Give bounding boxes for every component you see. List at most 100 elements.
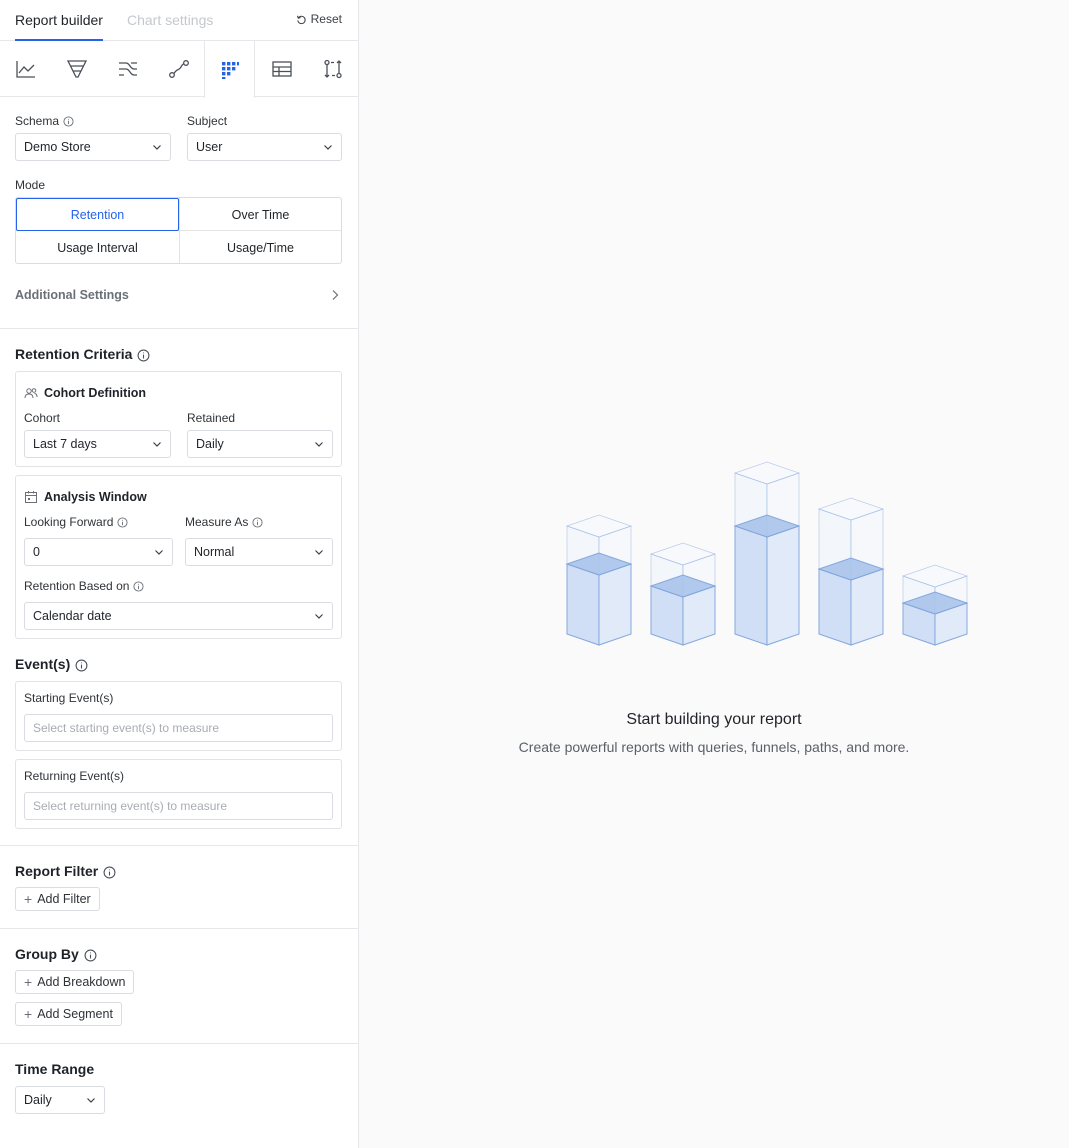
mode-label: Mode [15, 178, 46, 192]
illustration-shape [734, 525, 768, 646]
chevron-down-icon [155, 550, 163, 555]
looking-forward-value: 0 [33, 545, 40, 559]
starting-events-card: Starting Event(s) Select starting event(… [15, 681, 342, 751]
measure-as-select[interactable]: Normal [185, 538, 333, 566]
empty-state-subtitle: Create powerful reports with queries, fu… [518, 739, 910, 755]
empty-state-title: Start building your report [626, 711, 802, 728]
reset-button[interactable]: Reset [296, 12, 342, 26]
chevron-down-icon [315, 550, 323, 555]
plus-icon: + [24, 974, 33, 990]
add-segment-button[interactable]: + Add Segment [15, 1002, 122, 1026]
report-filter-title: Report Filter [15, 863, 116, 879]
info-icon[interactable] [133, 581, 144, 592]
additional-settings-toggle[interactable]: Additional Settings [15, 288, 342, 302]
report-type-funnel[interactable] [51, 41, 102, 97]
add-breakdown-button[interactable]: + Add Breakdown [15, 970, 135, 994]
report-type-line-chart[interactable] [0, 41, 51, 97]
tab-chart-settings[interactable]: Chart settings [127, 12, 213, 28]
retained-select[interactable]: Daily [187, 430, 333, 458]
mode-option-retention[interactable]: Retention [16, 198, 179, 231]
looking-forward-select[interactable]: 0 [24, 538, 173, 566]
schema-select[interactable]: Demo Store [15, 133, 171, 161]
info-icon[interactable] [103, 866, 116, 879]
retention-based-on-label: Retention Based on [24, 579, 144, 593]
section-divider [0, 1043, 358, 1044]
measure-as-label: Measure As [185, 515, 263, 529]
line-chart-icon [15, 61, 35, 78]
section-divider [0, 328, 358, 329]
group-by-title: Group By [15, 946, 97, 962]
report-builder-sidebar: Report builder Chart settings Reset Sche… [0, 0, 359, 1148]
chevron-down-icon [315, 614, 323, 619]
flows-icon [118, 62, 137, 76]
cohort-definition-title-text: Cohort Definition [44, 386, 147, 400]
returning-events-card: Returning Event(s) Select returning even… [15, 759, 342, 829]
mode-option-usage-interval[interactable]: Usage Interval [16, 231, 179, 264]
chevron-down-icon [153, 145, 161, 150]
schema-label-text: Schema [15, 114, 60, 128]
funnel-icon [66, 60, 87, 78]
group-by-title-text: Group By [15, 946, 79, 962]
report-type-compare[interactable] [307, 41, 358, 97]
analysis-window-title-text: Analysis Window [44, 490, 147, 504]
chevron-down-icon [324, 145, 332, 150]
additional-settings-label: Additional Settings [15, 288, 129, 302]
cohort-definition-card: Cohort Definition Cohort Last 7 days Ret… [15, 371, 342, 467]
illustration-shape [850, 568, 884, 646]
illustration-shape [766, 525, 800, 646]
schema-value: Demo Store [24, 140, 91, 154]
events-title: Event(s) [15, 656, 88, 672]
info-icon[interactable] [84, 949, 97, 962]
mode-option-usage-time[interactable]: Usage/Time [179, 231, 342, 264]
retention-based-on-label-text: Retention Based on [24, 579, 130, 593]
path-icon [168, 60, 189, 78]
illustration-shape [598, 563, 632, 646]
analysis-window-card: Analysis Window Looking Forward 0 Measur… [15, 475, 342, 639]
returning-events-input[interactable]: Select returning event(s) to measure [24, 792, 333, 820]
measure-as-label-text: Measure As [185, 515, 249, 529]
returning-events-label: Returning Event(s) [24, 769, 125, 783]
cohort-definition-title: Cohort Definition [24, 386, 146, 400]
info-icon[interactable] [63, 116, 74, 127]
subject-label: Subject [187, 114, 228, 128]
report-type-bar [0, 41, 358, 98]
tab-report-builder[interactable]: Report builder [15, 12, 103, 41]
report-canvas: Start building your report Create powerf… [359, 0, 1069, 1148]
illustration-shape [566, 563, 600, 646]
section-divider [0, 928, 358, 929]
starting-events-input[interactable]: Select starting event(s) to measure [24, 714, 333, 742]
section-divider [0, 845, 358, 846]
report-type-path[interactable] [153, 41, 204, 97]
report-type-flows[interactable] [102, 41, 153, 97]
starting-events-label: Starting Event(s) [24, 691, 114, 705]
time-range-title: Time Range [15, 1061, 95, 1077]
info-icon[interactable] [252, 517, 263, 528]
subject-value: User [196, 140, 223, 154]
mode-option-over-time[interactable]: Over Time [179, 198, 342, 231]
retention-grid-icon [221, 61, 239, 79]
report-type-table[interactable] [256, 41, 307, 97]
events-title-text: Event(s) [15, 656, 71, 672]
cohort-label: Cohort [24, 411, 61, 425]
cohort-select[interactable]: Last 7 days [24, 430, 171, 458]
add-breakdown-label: Add Breakdown [37, 975, 126, 989]
time-range-select[interactable]: Daily [15, 1086, 105, 1114]
plus-icon: + [24, 1006, 33, 1022]
empty-state-illustration [565, 461, 969, 646]
info-icon[interactable] [137, 349, 150, 362]
users-icon [24, 388, 38, 399]
reset-icon [296, 15, 306, 24]
mode-selector: Retention Over Time Usage Interval Usage… [15, 197, 342, 264]
info-icon[interactable] [117, 517, 128, 528]
retention-criteria-title-text: Retention Criteria [15, 346, 133, 362]
retained-label: Retained [187, 411, 236, 425]
report-type-retention[interactable] [204, 41, 255, 98]
add-filter-button[interactable]: + Add Filter [15, 887, 100, 911]
report-filter-title-text: Report Filter [15, 863, 99, 879]
info-icon[interactable] [75, 659, 88, 672]
retention-based-on-select[interactable]: Calendar date [24, 602, 333, 630]
calendar-icon [25, 491, 37, 503]
chevron-down-icon [315, 442, 323, 447]
chevron-down-icon [87, 1098, 95, 1103]
subject-select[interactable]: User [187, 133, 342, 161]
